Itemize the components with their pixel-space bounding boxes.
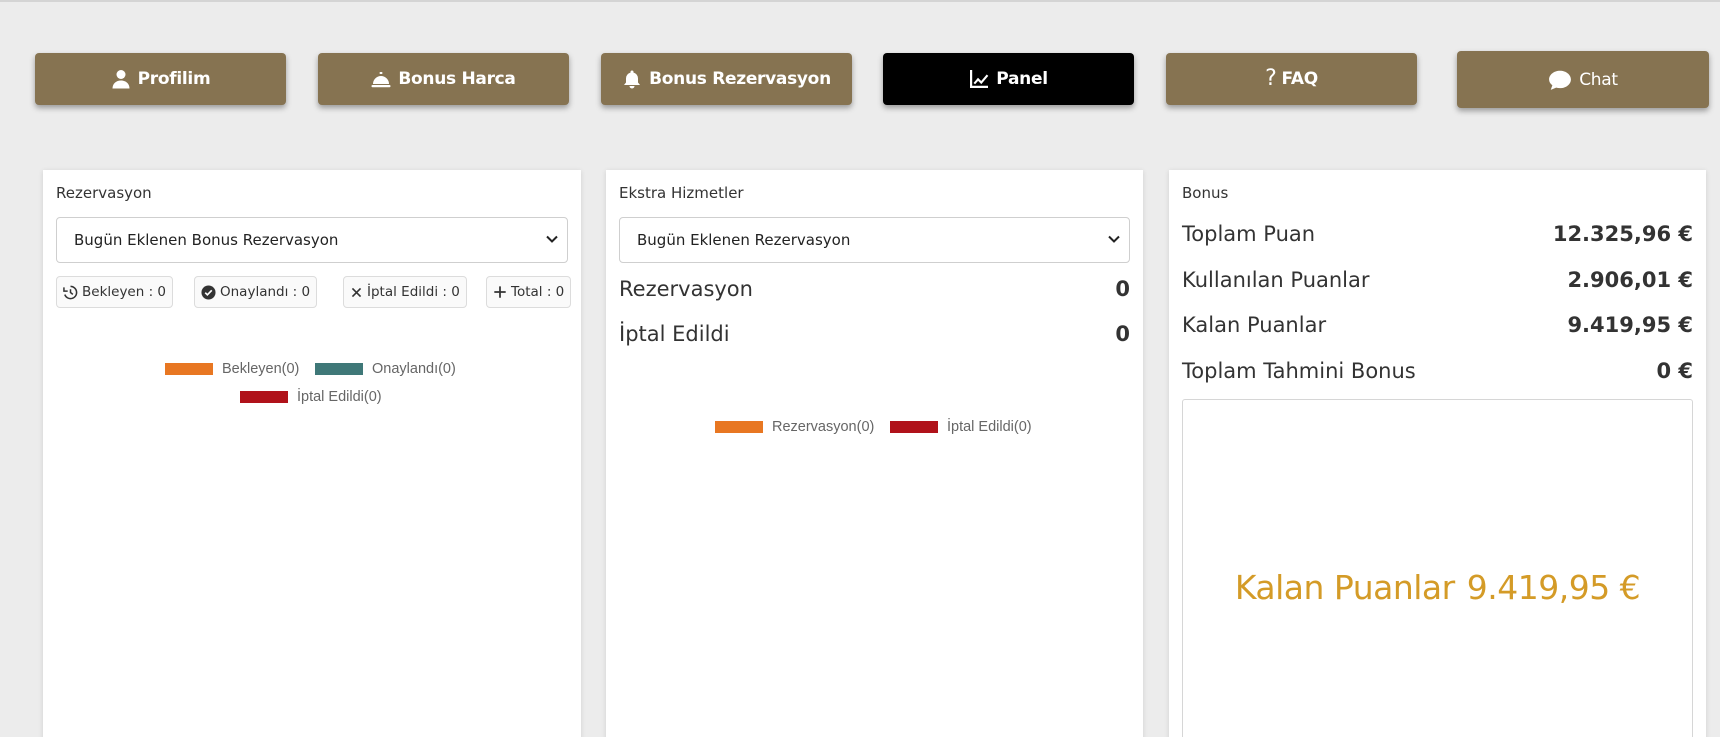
extra-cancelled-value: 0 xyxy=(1115,322,1130,346)
legend-pending-swatch xyxy=(165,363,213,375)
legend-pending[interactable]: Bekleyen(0) xyxy=(165,361,299,377)
reservation-filter-value: Bugün Eklenen Bonus Rezervasyon xyxy=(74,231,339,249)
bonus-estimated-row: Toplam Tahmini Bonus 0 € xyxy=(1182,359,1693,383)
chart-line-icon xyxy=(970,70,989,88)
extra-cancelled-row: İptal Edildi 0 xyxy=(619,322,1130,346)
total-count-chip: Total : 0 xyxy=(486,276,572,308)
panel-button[interactable]: Panel xyxy=(883,53,1134,105)
legend-cancelled[interactable]: İptal Edildi(0) xyxy=(240,389,382,405)
concierge-bell-icon xyxy=(371,72,391,88)
chevron-down-icon xyxy=(546,235,558,243)
bonus-rezervasyon-button[interactable]: Bonus Rezervasyon xyxy=(601,53,852,105)
chat-label: Chat xyxy=(1579,69,1618,90)
approved-count-text: Onaylandı : 0 xyxy=(220,284,311,300)
extra-reservation-label: Rezervasyon xyxy=(619,277,753,301)
legend-pending-label: Bekleyen(0) xyxy=(222,361,300,377)
chat-button[interactable]: Chat xyxy=(1457,51,1709,108)
bonus-total-points-row: Toplam Puan 12.325,96 € xyxy=(1182,222,1693,246)
bonus-remaining-points-label: Kalan Puanlar xyxy=(1182,313,1327,337)
bonus-card: Bonus Toplam Puan 12.325,96 € Kullanılan… xyxy=(1169,170,1706,737)
bonus-remaining-points-value: 9.419,95 € xyxy=(1567,313,1693,337)
legend-extra-reservation-label: Rezervasyon(0) xyxy=(772,419,875,435)
extra-services-filter-select[interactable]: Bugün Eklenen Rezervasyon xyxy=(619,217,1130,263)
legend-extra-reservation-swatch xyxy=(715,421,763,433)
profilim-button[interactable]: Profilim xyxy=(35,53,286,105)
faq-button[interactable]: ? FAQ xyxy=(1166,53,1417,105)
question-icon: ? xyxy=(1265,66,1277,91)
profilim-label: Profilim xyxy=(137,69,211,89)
extra-cancelled-label: İptal Edildi xyxy=(619,322,730,346)
legend-extra-cancelled[interactable]: İptal Edildi(0) xyxy=(890,419,1032,435)
bonus-remaining-points-row: Kalan Puanlar 9.419,95 € xyxy=(1182,313,1693,337)
total-count-text: Total : 0 xyxy=(511,284,565,300)
remaining-points-highlight-box: Kalan Puanlar 9.419,95 € xyxy=(1182,399,1693,737)
bonus-total-points-label: Toplam Puan xyxy=(1182,222,1316,246)
bonus-estimated-value: 0 € xyxy=(1656,359,1693,383)
extra-services-card-title: Ekstra Hizmetler xyxy=(619,184,744,202)
bonus-card-title: Bonus xyxy=(1182,184,1229,202)
bell-icon xyxy=(624,70,641,89)
times-icon xyxy=(351,287,362,297)
user-icon xyxy=(112,70,130,89)
extra-reservation-value: 0 xyxy=(1115,277,1130,301)
legend-cancelled-swatch xyxy=(240,391,288,403)
approved-count-chip: Onaylandı : 0 xyxy=(194,276,318,308)
extra-services-card: Ekstra Hizmetler Bugün Eklenen Rezervasy… xyxy=(606,170,1143,737)
bonus-harca-label: Bonus Harca xyxy=(398,69,516,89)
extra-services-filter-value: Bugün Eklenen Rezervasyon xyxy=(637,231,851,249)
legend-extra-cancelled-swatch xyxy=(890,421,938,433)
bonus-estimated-label: Toplam Tahmini Bonus xyxy=(1182,359,1416,383)
comment-icon xyxy=(1549,70,1572,90)
bonus-rezervasyon-label: Bonus Rezervasyon xyxy=(649,69,831,89)
reservation-card: Rezervasyon Bugün Eklenen Bonus Rezervas… xyxy=(43,170,581,737)
pending-count-chip: Bekleyen : 0 xyxy=(56,276,174,308)
pending-count-text: Bekleyen : 0 xyxy=(82,284,167,300)
bonus-used-points-value: 2.906,01 € xyxy=(1567,268,1693,292)
bonus-total-points-value: 12.325,96 € xyxy=(1552,222,1693,246)
legend-cancelled-label: İptal Edildi(0) xyxy=(297,389,382,405)
chevron-down-icon xyxy=(1108,235,1120,243)
remaining-points-highlight-value: 9.419,95 € xyxy=(1466,568,1641,607)
legend-approved-swatch xyxy=(315,363,363,375)
faq-label: FAQ xyxy=(1281,69,1319,89)
reservation-card-title: Rezervasyon xyxy=(56,184,152,202)
plus-icon xyxy=(494,286,506,298)
bonus-used-points-label: Kullanılan Puanlar xyxy=(1182,268,1370,292)
cancelled-count-chip: İptal Edildi : 0 xyxy=(343,276,467,308)
legend-extra-reservation[interactable]: Rezervasyon(0) xyxy=(715,419,874,435)
bonus-harca-button[interactable]: Bonus Harca xyxy=(318,53,569,105)
legend-approved-label: Onaylandı(0) xyxy=(372,361,456,377)
history-icon xyxy=(63,285,78,299)
check-circle-icon xyxy=(201,284,216,300)
remaining-points-highlight: Kalan Puanlar 9.419,95 € xyxy=(1183,568,1692,607)
panel-label: Panel xyxy=(996,69,1048,89)
extra-reservation-row: Rezervasyon 0 xyxy=(619,277,1130,301)
remaining-points-highlight-label: Kalan Puanlar xyxy=(1234,568,1455,607)
legend-extra-cancelled-label: İptal Edildi(0) xyxy=(947,419,1032,435)
legend-approved[interactable]: Onaylandı(0) xyxy=(315,361,456,377)
reservation-filter-select[interactable]: Bugün Eklenen Bonus Rezervasyon xyxy=(56,217,568,263)
main-navbar: Profilim Bonus Harca Bonus Rezervasyon P… xyxy=(0,51,1720,111)
cancelled-count-text: İptal Edildi : 0 xyxy=(367,284,460,300)
bonus-used-points-row: Kullanılan Puanlar 2.906,01 € xyxy=(1182,268,1693,292)
